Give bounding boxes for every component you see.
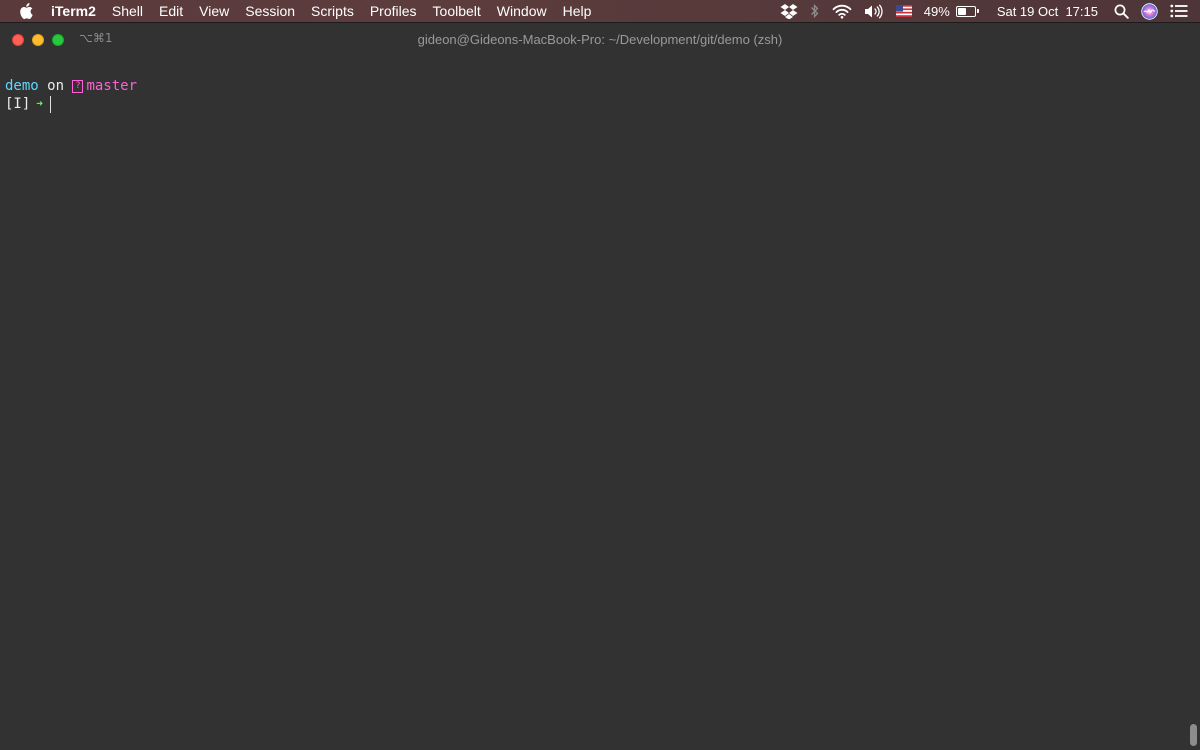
terminal-window: ⌥⌘1 gideon@Gideons-MacBook-Pro: ~/Develo…: [0, 22, 1200, 750]
menu-clock[interactable]: Sat 19 Oct 17:15: [997, 0, 1098, 22]
menu-view[interactable]: View: [191, 0, 237, 22]
battery-percent[interactable]: 49%: [924, 0, 950, 22]
terminal-session[interactable]: demo on ? master [I] ➜: [5, 77, 1180, 750]
menu-profiles[interactable]: Profiles: [362, 0, 425, 22]
menu-bar-left: iTerm2 Shell Edit View Session Scripts P…: [0, 0, 599, 22]
prompt-on-text: on: [38, 78, 73, 94]
window-titlebar[interactable]: ⌥⌘1 gideon@Gideons-MacBook-Pro: ~/Develo…: [0, 23, 1200, 57]
dropbox-icon[interactable]: [780, 0, 798, 22]
battery-tip: [976, 9, 979, 13]
battery-fill: [957, 7, 966, 15]
search-icon[interactable]: [1114, 0, 1129, 22]
menu-bar-status-area: 49% Sat 19 Oct 17:15: [774, 0, 1200, 22]
prompt-directory: demo: [5, 78, 39, 94]
prompt-line-info: demo on ? master: [5, 77, 1180, 95]
scrollbar-track[interactable]: [1186, 57, 1200, 750]
git-branch-icon: ?: [72, 79, 84, 93]
window-title: gideon@Gideons-MacBook-Pro: ~/Developmen…: [417, 32, 783, 47]
text-cursor: [49, 95, 51, 113]
prompt-line-input[interactable]: [I] ➜: [5, 95, 1180, 113]
menu-edit[interactable]: Edit: [151, 0, 191, 22]
us-flag-icon[interactable]: [895, 0, 912, 22]
menu-shell[interactable]: Shell: [104, 0, 151, 22]
notification-center-icon[interactable]: [1170, 0, 1188, 22]
scrollbar-thumb[interactable]: [1190, 724, 1197, 746]
menu-scripts[interactable]: Scripts: [303, 0, 362, 22]
menu-bar: iTerm2 Shell Edit View Session Scripts P…: [0, 0, 1200, 22]
menu-app-name[interactable]: iTerm2: [50, 0, 104, 22]
menu-help[interactable]: Help: [555, 0, 600, 22]
menu-toolbelt[interactable]: Toolbelt: [425, 0, 489, 22]
prompt-git-branch: master: [86, 78, 138, 94]
volume-icon[interactable]: [864, 0, 884, 22]
wifi-icon[interactable]: [832, 0, 852, 22]
prompt-vi-mode: [I]: [5, 96, 31, 112]
prompt-arrow-icon: ➜: [36, 97, 43, 110]
siri-icon[interactable]: [1141, 0, 1158, 22]
apple-logo-icon[interactable]: [18, 0, 34, 22]
menu-window[interactable]: Window: [489, 0, 555, 22]
battery-icon[interactable]: [955, 0, 979, 22]
menu-session[interactable]: Session: [237, 0, 303, 22]
battery-body: [955, 5, 976, 17]
bluetooth-icon[interactable]: [810, 0, 820, 22]
